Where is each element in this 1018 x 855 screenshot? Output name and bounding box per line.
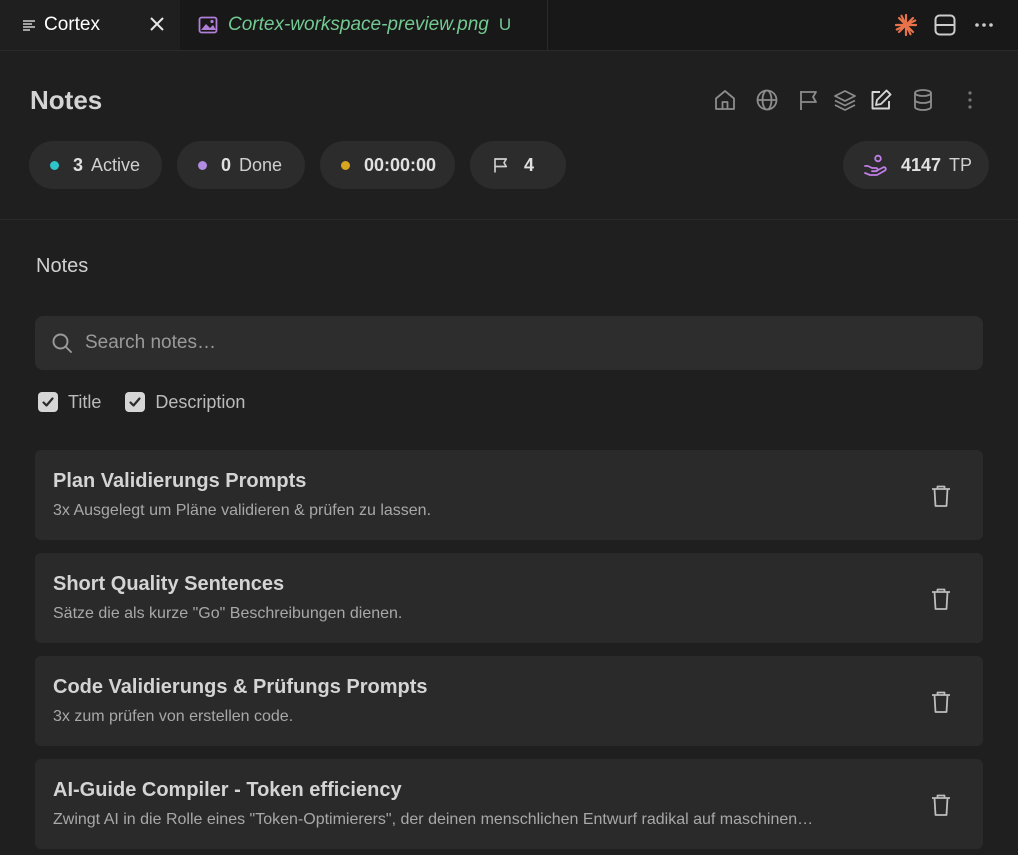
note-card[interactable]: Plan Validierungs Prompts 3x Ausgelegt u… xyxy=(35,450,983,540)
edit-icon[interactable] xyxy=(869,88,893,112)
search-filters: Title Description xyxy=(38,390,269,414)
filter-description[interactable]: Description xyxy=(125,392,245,413)
notes-header: Notes 3 Active 0 Done 00:00:00 4 4147 TP xyxy=(0,51,1018,220)
checkbox-checked-icon[interactable] xyxy=(125,392,146,412)
note-description: 3x Ausgelegt um Pläne validieren & prüfe… xyxy=(53,502,432,519)
menu-lines-icon xyxy=(22,18,36,32)
note-title: AI-Guide Compiler - Token efficiency xyxy=(53,779,402,801)
note-description: Zwingt AI in die Rolle eines "Token-Opti… xyxy=(53,811,814,828)
tp-pill[interactable]: 4147 TP xyxy=(843,141,989,189)
sparkle-icon[interactable] xyxy=(894,13,918,37)
tab-workspace-preview[interactable]: Cortex-workspace-preview.png U xyxy=(180,0,548,50)
hand-coins-icon xyxy=(863,154,887,176)
editor-tab-bar: Cortex Cortex-workspace-preview.png U xyxy=(0,0,1018,51)
filter-title[interactable]: Title xyxy=(38,392,101,413)
layers-icon[interactable] xyxy=(833,88,857,112)
image-file-icon xyxy=(198,16,218,34)
close-icon[interactable] xyxy=(146,13,168,35)
tp-unit: TP xyxy=(949,154,973,175)
tab-title: Cortex xyxy=(44,14,100,35)
filter-label: Title xyxy=(68,391,102,412)
note-title: Short Quality Sentences xyxy=(53,573,285,595)
trash-icon[interactable] xyxy=(930,793,952,817)
done-count-pill[interactable]: 0 Done xyxy=(177,141,305,189)
note-title: Code Validierungs & Prüfungs Prompts xyxy=(53,676,428,698)
flags-count: 4 xyxy=(524,154,535,175)
tab-cortex[interactable]: Cortex xyxy=(0,0,180,50)
page-title: Notes xyxy=(30,85,103,115)
timer-pill[interactable]: 00:00:00 xyxy=(320,141,455,189)
active-count: 3 xyxy=(73,154,84,175)
done-label: Done xyxy=(239,154,283,175)
search-icon xyxy=(51,332,73,354)
database-icon[interactable] xyxy=(911,88,935,112)
more-vertical-icon[interactable] xyxy=(958,88,982,112)
note-description: 3x zum prüfen von erstellen code. xyxy=(53,708,294,725)
trash-icon[interactable] xyxy=(930,690,952,714)
filter-label: Description xyxy=(155,391,246,412)
tab-title: Cortex-workspace-preview.png xyxy=(228,14,489,35)
more-horizontal-icon[interactable] xyxy=(972,13,996,37)
note-card[interactable]: Short Quality Sentences Sätze die als ku… xyxy=(35,553,983,643)
home-icon[interactable] xyxy=(713,88,737,112)
search-box xyxy=(35,316,983,370)
globe-icon[interactable] xyxy=(755,88,779,112)
checkbox-checked-icon[interactable] xyxy=(38,392,58,412)
split-editor-icon[interactable] xyxy=(933,13,957,37)
active-count-pill[interactable]: 3 Active xyxy=(29,141,162,189)
section-title: Notes xyxy=(36,255,89,277)
note-card[interactable]: Code Validierungs & Prüfungs Prompts 3x … xyxy=(35,656,983,746)
note-card[interactable]: AI-Guide Compiler - Token efficiency Zwi… xyxy=(35,759,983,849)
status-dot xyxy=(341,160,350,170)
untracked-badge: U xyxy=(498,15,512,34)
flags-pill[interactable]: 4 xyxy=(470,141,566,189)
timer-value: 00:00:00 xyxy=(364,154,437,175)
tp-value: 4147 xyxy=(901,154,942,175)
note-description: Sätze die als kurze "Go" Beschreibungen … xyxy=(53,605,403,622)
note-title: Plan Validierungs Prompts xyxy=(53,470,307,492)
flag-icon xyxy=(492,156,510,174)
search-input[interactable] xyxy=(85,316,965,370)
flag-icon[interactable] xyxy=(797,88,821,112)
trash-icon[interactable] xyxy=(930,484,952,508)
trash-icon[interactable] xyxy=(930,587,952,611)
done-count: 0 xyxy=(221,154,232,175)
status-dot xyxy=(198,160,207,170)
active-label: Active xyxy=(91,154,141,175)
status-dot xyxy=(50,160,59,170)
